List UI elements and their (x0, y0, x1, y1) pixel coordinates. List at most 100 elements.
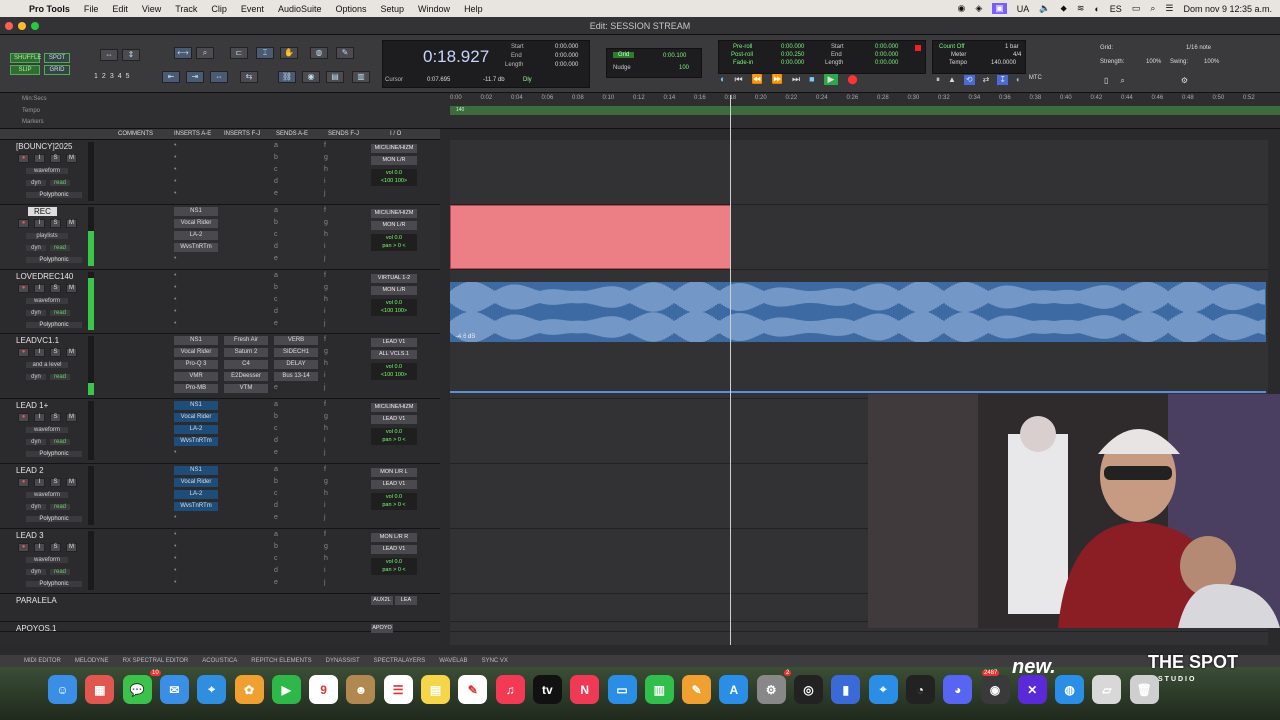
inserts-fj-column[interactable]: INSERTS F-J (224, 131, 260, 137)
input-indicator[interactable]: ES (1110, 4, 1122, 14)
news-icon[interactable]: N (570, 675, 600, 704)
sel-end-value[interactable]: 0:00.000 (555, 53, 578, 59)
input-monitor-button[interactable]: I (34, 284, 45, 293)
io-selector[interactable]: LEAD V1 (371, 480, 417, 489)
settings-gear-icon[interactable]: ⚙ (1181, 76, 1188, 86)
insert-slot[interactable]: WvsTnRTm (174, 243, 218, 252)
freeform-icon[interactable]: ✎ (458, 675, 488, 704)
empty-send[interactable]: g (324, 543, 328, 550)
countoff-label[interactable]: Count Off (939, 44, 965, 50)
lang-indicator[interactable]: UA (1017, 4, 1030, 14)
track-name[interactable]: LEAD 2 (16, 466, 44, 475)
empty-send[interactable]: a (274, 401, 278, 408)
discord-icon[interactable]: ◕ (943, 675, 973, 704)
wifi-icon[interactable]: ≋ (1077, 3, 1085, 14)
empty-send[interactable]: c (274, 231, 278, 238)
send-slot[interactable]: VERB (274, 336, 318, 345)
empty-send[interactable]: g (324, 478, 328, 485)
empty-send[interactable]: h (324, 360, 328, 367)
mtc-label[interactable]: MTC (1029, 75, 1042, 85)
empty-insert[interactable]: • (174, 320, 176, 327)
folder-icon[interactable]: ▱ (1092, 675, 1122, 704)
track-header[interactable]: LEAD 2 ● I S Mwaveform dyn read Polyphonic NS1 Vo… (0, 464, 440, 529)
empty-send[interactable]: j (324, 449, 326, 456)
volume-pan[interactable]: vol 0.0 pan > 0 < (371, 558, 417, 575)
solo-button[interactable]: S (50, 154, 61, 163)
insert-slot[interactable]: VMR (174, 372, 218, 381)
insert-slot[interactable]: NS1 (174, 336, 218, 345)
postroll-value[interactable]: 0:00.250 (781, 52, 804, 58)
selector-tool-icon[interactable]: ⌶ (256, 47, 274, 59)
menu-help[interactable]: Help (457, 4, 490, 14)
rec-clip[interactable] (450, 205, 731, 269)
countoff-icon[interactable]: ⇄ (983, 75, 990, 85)
stop-icon[interactable]: ■ (809, 74, 814, 85)
insert-slot[interactable]: Pro-MB (174, 384, 218, 393)
input-monitor-button[interactable]: I (34, 413, 45, 422)
empty-send[interactable]: j (324, 579, 326, 586)
menu-file[interactable]: File (77, 4, 106, 14)
io-selector[interactable]: MIC/LINE/HIZM (371, 209, 417, 218)
clock[interactable]: Dom nov 9 12:35 a.m. (1183, 4, 1272, 14)
empty-send[interactable]: a (274, 207, 278, 214)
io-selector[interactable]: MIC/LINE/HIZM (371, 403, 417, 412)
countoff-bars[interactable]: 1 bar (1005, 44, 1019, 50)
rec-end-value[interactable]: 0:00.000 (875, 52, 898, 58)
insert-slot[interactable]: LA-2 (174, 490, 218, 499)
empty-insert[interactable]: • (174, 514, 176, 521)
track-header[interactable]: [BOUNCY]2025 ● I S Mwaveform dyn read Polyphoni… (0, 140, 440, 205)
rewind-icon[interactable]: ⏪ (752, 74, 763, 85)
input-monitor-button[interactable]: I (34, 348, 45, 357)
spotlight-icon[interactable]: ◉ (980, 675, 1010, 704)
tempo-value[interactable]: 140.0000 (991, 60, 1016, 66)
empty-send[interactable]: g (324, 219, 328, 226)
record-icon[interactable]: ⬤ (847, 74, 857, 85)
track-header[interactable]: LEAD 3 ● I S Mwaveform dyn read Polyphonic • a f • b… (0, 529, 440, 594)
menu-app[interactable]: Pro Tools (22, 4, 77, 14)
empty-send[interactable]: d (274, 178, 278, 185)
control-center-icon[interactable]: ☰ (1165, 3, 1173, 14)
zoom-preset-2[interactable]: ⇥ (186, 71, 204, 83)
io-selector[interactable]: AUX2L (371, 596, 393, 605)
automation-view[interactable]: dyn (26, 504, 46, 510)
playlist-mode[interactable]: Polyphonic (26, 192, 82, 198)
nudge-value[interactable]: 100 (679, 65, 689, 71)
empty-insert[interactable]: • (174, 308, 176, 315)
preroll-label[interactable]: Pre-roll (733, 44, 752, 50)
rec-start-value[interactable]: 0:00.000 (875, 44, 898, 50)
zoom-preset-3[interactable]: ⇔ (210, 71, 228, 83)
track-view-selector[interactable]: playlists (26, 233, 68, 239)
minsecs-ruler-label[interactable]: Min:Secs (22, 96, 47, 102)
empty-send[interactable]: i (324, 437, 326, 444)
sends-fj-column[interactable]: SENDS F-J (328, 131, 359, 137)
inserts-ae-column[interactable]: INSERTS A-E (174, 131, 211, 137)
pan-value[interactable]: pan > 0 < (382, 437, 405, 443)
wait-for-note-icon[interactable]: ⏸ (936, 75, 940, 85)
empty-send[interactable]: f (324, 531, 326, 538)
empty-send[interactable]: d (274, 502, 278, 509)
empty-send[interactable]: c (274, 166, 278, 173)
facetime-icon[interactable]: ▶ (271, 675, 301, 704)
empty-send[interactable]: a (274, 272, 278, 279)
empty-insert[interactable]: • (174, 543, 176, 550)
io-selector[interactable]: LEAD V1 (371, 545, 417, 554)
grabber-tool-icon[interactable]: ✋ (280, 47, 298, 59)
mute-button[interactable]: M (66, 478, 77, 487)
empty-send[interactable]: f (324, 142, 326, 149)
volume-icon[interactable]: 🔈 (1039, 3, 1050, 14)
postroll-label[interactable]: Post-roll (731, 52, 753, 58)
slip-mode-button[interactable]: SLIP (10, 65, 40, 75)
insert-slot[interactable]: VTM (224, 384, 268, 393)
empty-send[interactable]: g (324, 284, 328, 291)
insert-slot[interactable]: Vocal Rider (174, 413, 218, 422)
playlist-mode[interactable]: Polyphonic (26, 516, 82, 522)
io-selector[interactable]: MIC/LINE/HIZM (371, 144, 417, 153)
automation-mode[interactable]: read (50, 310, 70, 316)
strength-value[interactable]: 100% (1146, 59, 1161, 65)
search-icon[interactable]: ⌕ (1150, 3, 1155, 14)
empty-send[interactable]: i (324, 567, 326, 574)
playlist-mode[interactable]: Polyphonic (26, 581, 82, 587)
clip-gain-label[interactable]: -4.6 dB (456, 334, 475, 340)
empty-insert[interactable]: • (174, 178, 176, 185)
input-monitor-button[interactable]: I (34, 543, 45, 552)
